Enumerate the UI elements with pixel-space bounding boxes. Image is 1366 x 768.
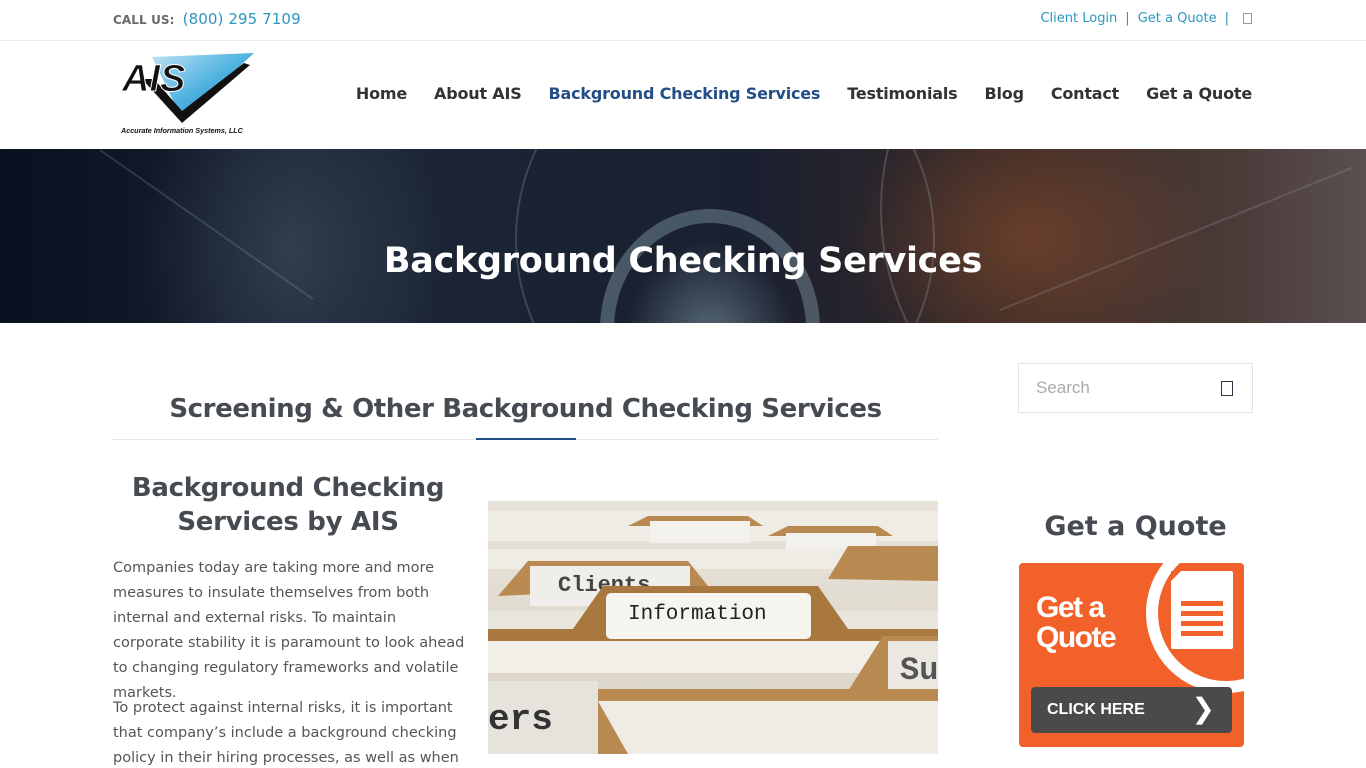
main-content: Screening & Other Background Checking Se…	[0, 323, 1366, 768]
nav-background-checking-services[interactable]: Background Checking Services	[549, 84, 821, 103]
client-login-link[interactable]: Client Login	[1040, 11, 1117, 26]
search-icon[interactable]	[1221, 381, 1233, 396]
main-nav: Home About AIS Background Checking Servi…	[356, 84, 1252, 103]
hero-decoration	[880, 149, 1366, 323]
utility-links: Client Login | Get a Quote |	[1040, 11, 1252, 26]
search-input[interactable]	[1019, 364, 1199, 412]
click-here-button[interactable]: CLICK HERE ❯	[1031, 687, 1232, 733]
get-a-quote-heading: Get a Quote	[1044, 511, 1227, 542]
search-box	[1018, 363, 1253, 413]
call-us: CALL US: (800) 295 7109	[113, 10, 301, 28]
get-a-quote-link[interactable]: Get a Quote	[1138, 11, 1217, 26]
nav-home[interactable]: Home	[356, 84, 407, 103]
sub-title: Background Checking Services by AIS	[131, 473, 445, 537]
top-bar: CALL US: (800) 295 7109 Client Login | G…	[0, 0, 1366, 41]
nav-testimonials[interactable]: Testimonials	[847, 84, 957, 103]
section-title: Screening & Other Background Checking Se…	[169, 394, 882, 424]
separator: |	[1224, 11, 1229, 26]
document-icon	[1171, 571, 1233, 649]
social-icon[interactable]	[1243, 13, 1252, 24]
separator: |	[1125, 11, 1130, 26]
nav-contact[interactable]: Contact	[1051, 84, 1120, 103]
hero-banner: Background Checking Services	[0, 149, 1366, 323]
nav-blog[interactable]: Blog	[985, 84, 1025, 103]
call-us-label: CALL US:	[113, 13, 175, 27]
site-header: AIS Accurate Information Systems, LLC Ho…	[0, 41, 1366, 149]
logo[interactable]: AIS Accurate Information Systems, LLC	[120, 49, 256, 141]
paragraph: To protect against internal risks, it is…	[113, 700, 459, 766]
phone-link[interactable]: (800) 295 7109	[183, 10, 301, 28]
information-folder-image: Clients Information Su ers	[488, 501, 938, 754]
logo-tagline: Accurate Information Systems, LLC	[120, 126, 244, 135]
information-tab-label: Information	[628, 603, 767, 626]
title-accent-bar	[476, 438, 576, 440]
nav-about-ais[interactable]: About AIS	[434, 84, 522, 103]
banner-text: Get a Quote	[1036, 591, 1117, 654]
get-a-quote-banner[interactable]: Get a Quote CLICK HERE ❯	[1019, 563, 1244, 747]
click-here-label: CLICK HERE	[1047, 701, 1145, 718]
paragraph: Companies today are taking more and more…	[113, 560, 465, 701]
svg-text:AIS: AIS	[121, 58, 185, 100]
svg-text:ers: ers	[488, 699, 553, 740]
logo-graphic: AIS Accurate Information Systems, LLC	[120, 53, 254, 135]
nav-get-a-quote[interactable]: Get a Quote	[1146, 84, 1252, 103]
hero-title: Background Checking Services	[383, 241, 983, 281]
chevron-right-icon: ❯	[1191, 692, 1215, 725]
svg-text:Su: Su	[900, 652, 938, 689]
